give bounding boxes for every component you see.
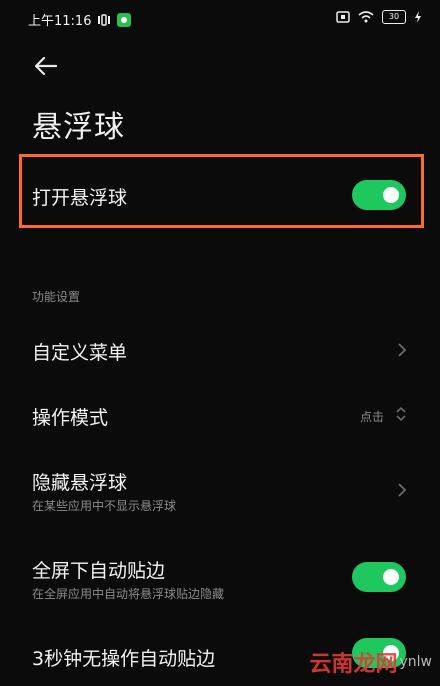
page-title: 悬浮球 [32,110,125,145]
hide-floating-ball-sub: 在某些应用中不显示悬浮球 [32,499,177,513]
screen-icon [336,11,350,23]
battery-icon: 30 [382,10,406,24]
operation-mode-value: 点击 [360,410,385,424]
watermark-side: ynlw [399,654,433,670]
toggle-knob [383,187,399,203]
fullscreen-auto-edge-toggle[interactable] [352,562,406,592]
wifi-icon [358,11,374,23]
status-left: 上午11:16 [28,10,132,29]
section-header: 功能设置 [32,290,81,304]
status-right: 30 [336,10,422,24]
custom-menu-label[interactable]: 自定义菜单 [32,338,127,365]
watermark: 云南龙网 ynlw [309,646,432,678]
chevron-right-icon[interactable] [395,481,409,499]
wechat-icon [117,12,132,27]
open-floating-ball-toggle[interactable] [352,180,406,210]
idle-auto-edge-label: 3秒钟无操作自动贴边 [32,648,216,670]
charging-icon [415,11,421,23]
fullscreen-auto-edge-sub: 在全屏应用中自动将悬浮球贴边隐藏 [32,587,225,601]
operation-mode-label[interactable]: 操作模式 [32,403,108,430]
back-arrow-icon[interactable] [32,52,60,80]
status-bar: 上午11:16 30 [0,0,440,38]
status-time: 上午11:16 [28,14,92,29]
toggle-knob [383,569,399,585]
hide-floating-ball-label[interactable]: 隐藏悬浮球 [32,468,127,495]
watermark-text: 云南龙网 [309,652,398,677]
notification-icon [98,13,111,26]
open-floating-ball-label: 打开悬浮球 [32,187,128,209]
fullscreen-auto-edge-label: 全屏下自动贴边 [32,560,166,582]
updown-chevron-icon[interactable] [394,405,408,423]
chevron-right-icon[interactable] [395,341,409,359]
